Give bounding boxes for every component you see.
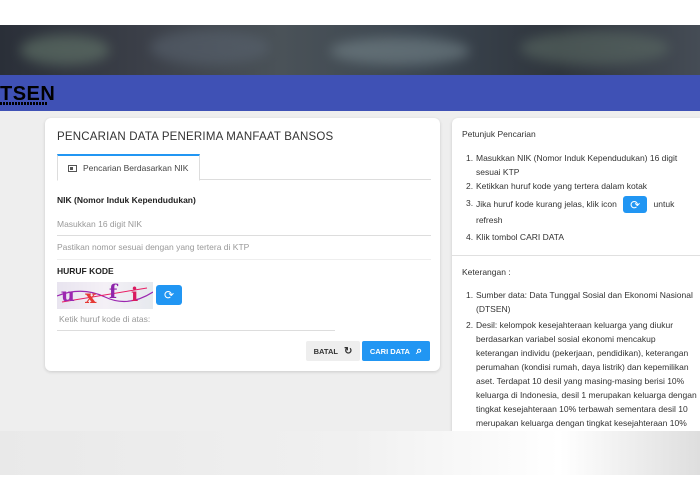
captcha-input-placeholder: Ketik huruf kode di atas: (59, 314, 151, 324)
note-item: 2. Desil: kelompok kesejahteraan keluarg… (466, 320, 697, 428)
main-content: PENCARIAN DATA PENERIMA MANFAAT BANSOS P… (0, 111, 700, 431)
step-item: 3. Jika huruf kode kurang jelas, klik ic… (466, 196, 675, 225)
captcha-label: HURUF KODE (57, 266, 114, 276)
captcha-char: i (131, 284, 139, 306)
tab-label: Pencarian Berdasarkan NIK (83, 163, 189, 173)
note-item: 1. Sumber data: Data Tunggal Sosial dan … (466, 290, 693, 314)
captcha-char: x (85, 286, 97, 308)
instructions-panel: Petunjuk Pencarian 1. Masukkan NIK (Nomo… (452, 118, 700, 431)
batal-label: BATAL (313, 346, 338, 356)
id-card-icon (68, 164, 77, 172)
search-card: PENCARIAN DATA PENERIMA MANFAAT BANSOS P… (45, 118, 440, 371)
divider (57, 259, 431, 260)
tab-bar: Pencarian Berdasarkan NIK (57, 154, 431, 181)
reset-icon: ↻ (343, 345, 353, 357)
nik-label: NIK (Nomor Induk Kependudukan) (57, 195, 196, 205)
tab-search-nik[interactable]: Pencarian Berdasarkan NIK (57, 154, 200, 181)
divider (452, 255, 700, 256)
captcha-refresh-button[interactable]: ⟳ (156, 285, 182, 305)
cari-label: CARI DATA (369, 346, 410, 356)
step-item: 4. Klik tombol CARI DATA (466, 232, 565, 242)
captcha-char: f (109, 282, 118, 303)
nik-input[interactable]: Masukkan 16 digit NIK (57, 219, 431, 236)
notes-title: Keterangan : (462, 267, 511, 277)
refresh-icon: ⟳ (163, 288, 175, 302)
instructions-title: Petunjuk Pencarian (462, 129, 536, 139)
logo-subtitle-mark (0, 102, 48, 105)
bottom-blank (0, 475, 700, 500)
bottom-band (0, 431, 700, 475)
search-icon: ⌕ (415, 344, 423, 357)
inline-refresh-icon-button: ⟳ (623, 196, 648, 213)
captcha-char: u (61, 284, 75, 306)
navbar (0, 75, 700, 111)
captcha-image: u x f i (57, 282, 153, 309)
nik-hint: Pastikan nomor sesuai dengan yang terter… (57, 242, 250, 252)
captcha-input[interactable]: Ketik huruf kode di atas: (57, 314, 335, 331)
page-title: PENCARIAN DATA PENERIMA MANFAAT BANSOS (57, 131, 334, 143)
step-item: 2. Ketikkan huruf kode yang tertera dala… (466, 181, 648, 191)
step-item: 1. Masukkan NIK (Nomor Induk Kependuduka… (466, 153, 678, 177)
batal-button[interactable]: BATAL ↻ (306, 341, 360, 361)
cari-data-button[interactable]: CARI DATA ⌕ (362, 341, 430, 361)
top-blank (0, 0, 700, 25)
header-banner (0, 25, 700, 75)
